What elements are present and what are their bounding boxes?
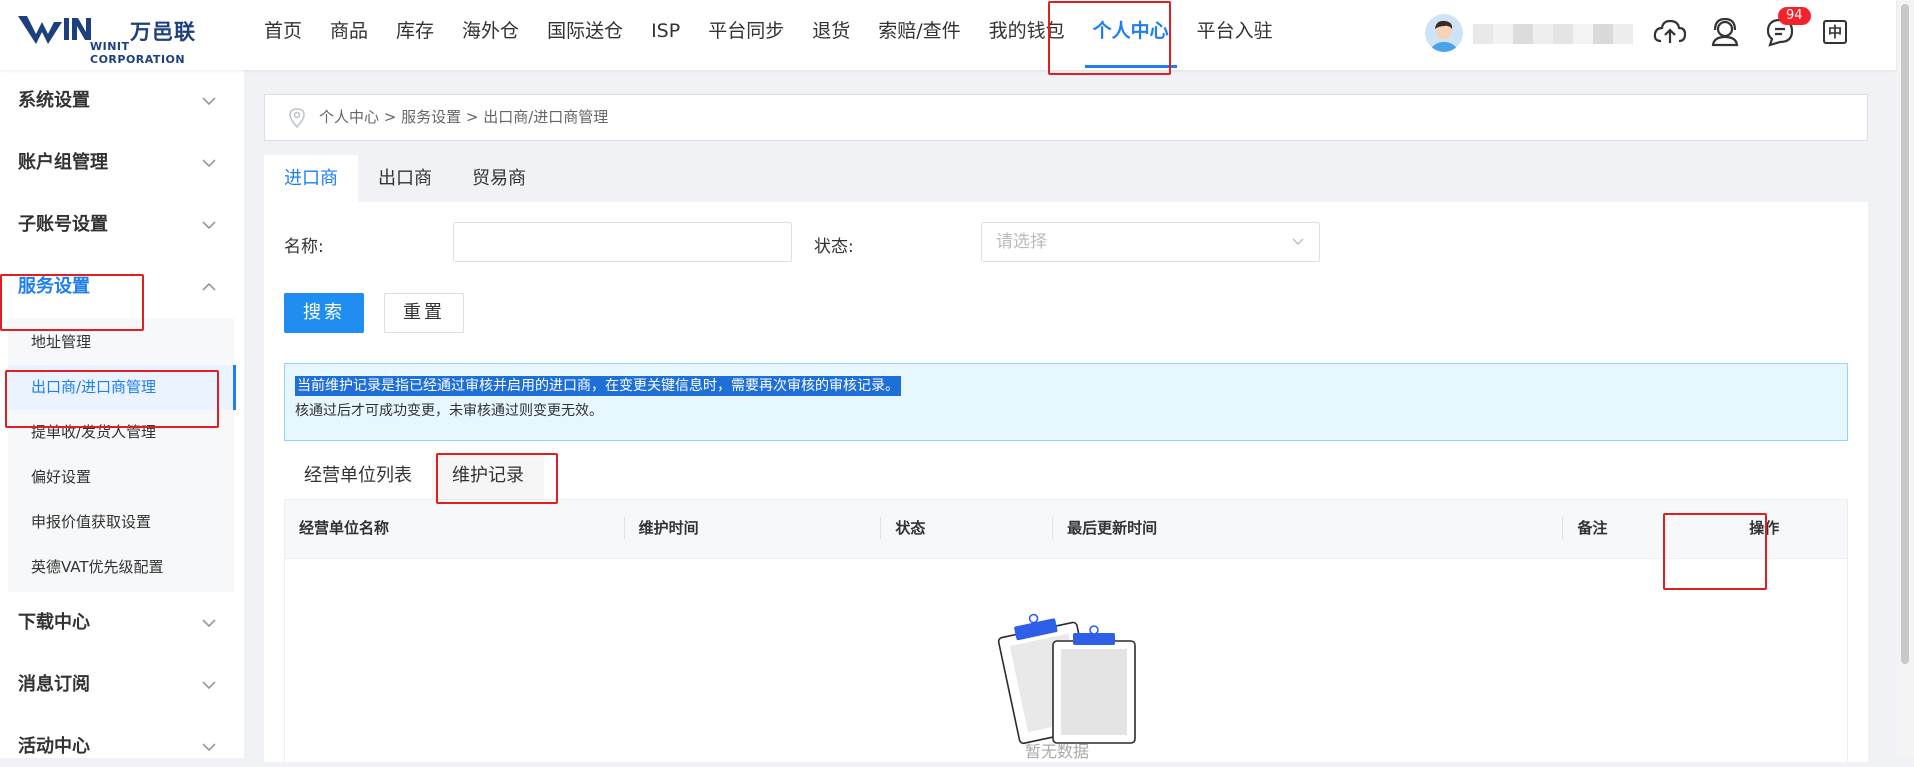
chevron-down-icon [202,97,216,106]
tab-exporter[interactable]: 出口商 [358,155,452,202]
sidebar-item-exporter-importer[interactable]: 出口商/进口商管理 [8,365,236,410]
nav-home[interactable]: 首页 [250,0,316,70]
tab-maintenance-records[interactable]: 维护记录 [432,454,544,502]
location-pin-icon [289,108,305,129]
sidebar-group-label: 下载中心 [18,612,90,633]
upload-cloud-icon[interactable] [1650,12,1690,52]
main-nav: 首页 商品 库存 海外仓 国际送仓 ISP 平台同步 退货 索赔/查件 我的钱包… [250,0,1287,70]
sidebar-group-activity-center[interactable]: 活动中心 [0,716,244,758]
sidebar-group-system-settings[interactable]: 系统设置 [0,70,244,132]
empty-state-text: 暂无数据 [1025,742,1090,761]
sidebar-group-download-center[interactable]: 下载中心 [0,592,244,654]
sidebar-group-label: 活动中心 [18,736,90,757]
info-notice: 当前维护记录是指已经通过审核并启用的进口商，在变更关键信息时，需要再次审核的审核… [284,363,1848,441]
sidebar-group-label: 服务设置 [18,276,90,297]
chevron-up-icon [202,282,216,291]
sidebar-group-message-subscription[interactable]: 消息订阅 [0,654,244,716]
sidebar-item-vat-priority[interactable]: 英德VAT优先级配置 [8,545,234,590]
scrollbar-thumb[interactable] [1901,4,1909,664]
blurred-username [1473,24,1633,44]
avatar[interactable] [1425,14,1463,52]
records-table: 经营单位名称 维护时间 状态 最后更新时间 备注 操作 暂无数据 [284,499,1848,762]
status-select[interactable]: 请选择 [981,222,1320,262]
chevron-down-icon [202,743,216,752]
breadcrumb-text[interactable]: 个人中心 > 服务设置 > 出口商/进口商管理 [319,108,608,126]
sidebar-item-preferences[interactable]: 偏好设置 [8,455,234,500]
nav-international-delivery[interactable]: 国际送仓 [533,0,637,70]
user-avatar-icon [1425,14,1463,52]
notice-line-2: 核通过后才可成功变更，未审核通过则变更无效。 [295,403,603,419]
tab-trader[interactable]: 贸易商 [452,155,546,202]
main-content: 个人中心 > 服务设置 > 出口商/进口商管理 进口商 出口商 贸易商 名称: … [264,94,1868,762]
col-actions: 操作 [1749,519,1780,537]
nav-returns[interactable]: 退货 [798,0,864,70]
message-count-badge: 94 [1778,7,1811,25]
sidebar-group-label: 系统设置 [18,90,90,111]
name-input[interactable] [453,222,792,262]
col-business-unit-name: 经营单位名称 [285,500,625,559]
content-panel: 名称: 状态: 请选择 搜索 重置 当前维护记录是指已经通过审核并启用的进口商，… [264,202,1868,762]
col-remarks: 备注 [1577,519,1608,537]
nav-personal-center[interactable]: 个人中心 [1079,0,1183,70]
sidebar-group-label: 账户组管理 [18,152,108,173]
chevron-down-icon [202,221,216,230]
sidebar: 系统设置 账户组管理 子账号设置 服务设置 地址管理 出口商/进口商管理 提单收… [0,70,244,758]
status-label: 状态: [814,237,854,257]
nav-claims[interactable]: 索赔/查件 [864,0,974,70]
col-status: 状态 [881,500,1053,559]
reset-button[interactable]: 重置 [384,293,464,333]
language-label: 中 [1828,25,1842,41]
sidebar-group-account-group[interactable]: 账户组管理 [0,132,244,194]
search-button[interactable]: 搜索 [284,293,364,333]
top-navbar: 万邑联 WINIT CORPORATION 首页 商品 库存 海外仓 国际送仓 … [0,0,1896,70]
nav-inventory[interactable]: 库存 [382,0,448,70]
breadcrumb: 个人中心 > 服务设置 > 出口商/进口商管理 [264,94,1868,141]
nav-overseas-warehouse[interactable]: 海外仓 [448,0,533,70]
message-icon[interactable]: 94 [1760,7,1811,52]
winit-logo[interactable]: 万邑联 WINIT CORPORATION [18,14,223,66]
sidebar-item-consignee-shipper[interactable]: 提单收/发货人管理 [8,410,234,455]
status-placeholder: 请选择 [996,232,1047,252]
chevron-down-icon [202,681,216,690]
scrollbar[interactable] [1896,0,1914,758]
sidebar-item-address[interactable]: 地址管理 [8,320,234,365]
language-switch-icon[interactable]: 中 [1815,12,1855,52]
winit-logo-mark [18,16,91,44]
customer-service-icon[interactable] [1705,12,1745,52]
name-label: 名称: [284,237,324,257]
nav-platform-sync[interactable]: 平台同步 [694,0,798,70]
entity-type-tabs: 进口商 出口商 贸易商 [264,155,1868,202]
header-icons: 94 中 [1650,7,1870,52]
sidebar-group-label: 子账号设置 [18,214,108,235]
search-form: 名称: 状态: 请选择 [284,222,1844,262]
user-menu[interactable] [1425,14,1635,54]
sidebar-group-label: 消息订阅 [18,674,90,695]
nav-products[interactable]: 商品 [316,0,382,70]
chevron-down-icon [202,159,216,168]
notice-line-1: 当前维护记录是指已经通过审核并启用的进口商，在变更关键信息时，需要再次审核的审核… [295,376,901,396]
sidebar-submenu: 地址管理 出口商/进口商管理 提单收/发货人管理 偏好设置 申报价值获取设置 英… [8,318,236,592]
record-tabs: 经营单位列表 维护记录 [284,454,544,502]
sidebar-group-service-settings[interactable]: 服务设置 [0,256,244,318]
chevron-down-icon [1292,238,1304,245]
table-header: 经营单位名称 维护时间 状态 最后更新时间 备注 操作 [285,500,1847,559]
col-maintenance-time: 维护时间 [625,500,882,559]
logo-english-text: WINIT CORPORATION [90,40,186,66]
nav-isp[interactable]: ISP [637,0,694,70]
tab-business-unit-list[interactable]: 经营单位列表 [284,454,432,502]
sidebar-item-declared-value[interactable]: 申报价值获取设置 [8,500,234,545]
col-last-updated: 最后更新时间 [1053,500,1564,559]
chevron-down-icon [202,619,216,628]
nav-wallet[interactable]: 我的钱包 [975,0,1079,70]
tab-importer[interactable]: 进口商 [264,155,358,202]
nav-platform-join[interactable]: 平台入驻 [1183,0,1287,70]
sidebar-group-subaccount[interactable]: 子账号设置 [0,194,244,256]
